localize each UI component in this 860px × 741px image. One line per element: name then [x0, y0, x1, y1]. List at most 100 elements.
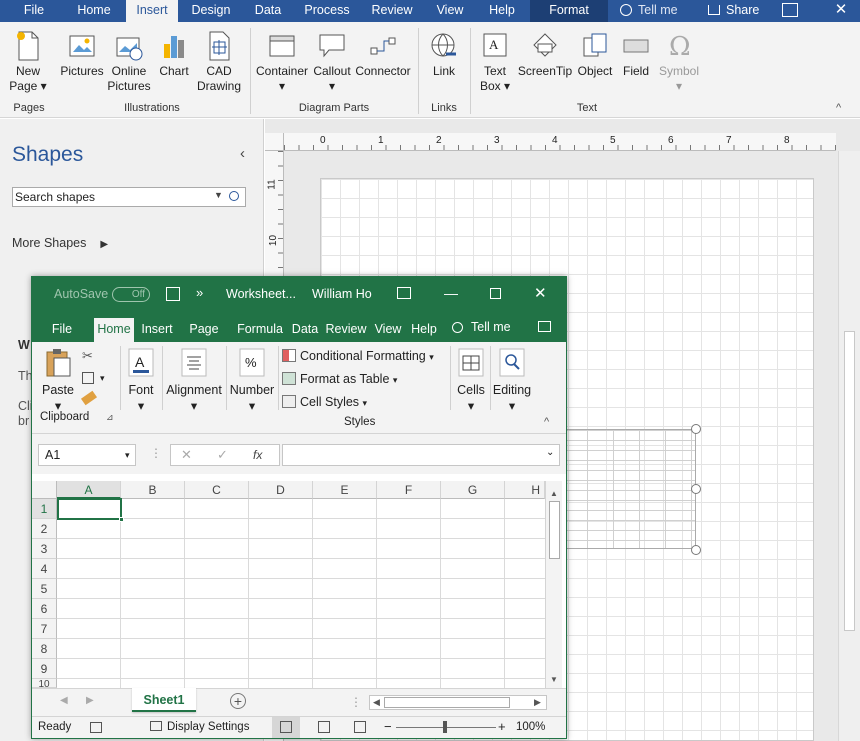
- scroll-up-icon[interactable]: ▲: [550, 489, 558, 498]
- selection-handle[interactable]: [691, 545, 701, 555]
- embedded-worksheet-shape[interactable]: [560, 429, 696, 549]
- ribbon-display-icon[interactable]: [397, 287, 411, 299]
- enter-icon[interactable]: ✓: [217, 447, 228, 463]
- tab-review[interactable]: Review: [364, 0, 420, 22]
- column-header[interactable]: B: [121, 481, 185, 499]
- scroll-right-icon[interactable]: ▶: [534, 697, 541, 708]
- new-page-button[interactable]: New Page ▾: [6, 30, 50, 94]
- tab-review[interactable]: Review: [324, 318, 368, 342]
- collapse-ribbon-icon[interactable]: ^: [836, 102, 841, 114]
- scroll-down-icon[interactable]: ▼: [550, 675, 558, 684]
- cells-button[interactable]: Cells ▾: [452, 348, 490, 414]
- tab-design[interactable]: Design: [184, 0, 238, 22]
- vertical-scrollbar[interactable]: ▲ ▼: [545, 481, 562, 688]
- column-header[interactable]: G: [441, 481, 505, 499]
- cell-styles-button[interactable]: Cell Styles ▾: [282, 392, 367, 412]
- row-header[interactable]: 3: [32, 539, 57, 559]
- format-painter-icon[interactable]: [80, 390, 98, 406]
- online-pictures-button[interactable]: Online Pictures: [106, 30, 152, 94]
- scrollbar-thumb[interactable]: [844, 331, 855, 631]
- number-button[interactable]: % Number ▾: [228, 348, 276, 414]
- tab-home[interactable]: Home: [94, 318, 134, 342]
- alignment-button[interactable]: Alignment ▾: [164, 348, 224, 414]
- paste-button[interactable]: Paste ▾: [38, 348, 78, 414]
- fill-handle[interactable]: [119, 517, 124, 522]
- active-cell[interactable]: [57, 498, 122, 520]
- chevron-down-icon[interactable]: ▾: [125, 445, 130, 465]
- scroll-left-icon[interactable]: ◀: [373, 697, 380, 708]
- search-icon[interactable]: [229, 191, 239, 201]
- expand-formula-icon[interactable]: ⌄: [546, 447, 554, 458]
- symbol-button[interactable]: Ω Symbol ▾: [656, 30, 702, 94]
- font-button[interactable]: A Font ▾: [124, 348, 158, 414]
- tab-help[interactable]: Help: [480, 0, 524, 22]
- callout-button[interactable]: Callout ▾: [310, 30, 354, 94]
- row-header[interactable]: 2: [32, 519, 57, 539]
- tab-insert[interactable]: Insert: [126, 0, 178, 22]
- column-header[interactable]: H: [505, 481, 545, 499]
- conditional-formatting-button[interactable]: Conditional Formatting ▾: [282, 346, 434, 366]
- zoom-level[interactable]: 100%: [516, 721, 545, 733]
- tab-help[interactable]: Help: [408, 318, 440, 342]
- cut-icon[interactable]: ✂: [82, 348, 93, 364]
- collapse-pane-icon[interactable]: ‹: [240, 145, 245, 162]
- name-box[interactable]: A1 ▾: [38, 444, 136, 466]
- minimize-icon[interactable]: —: [444, 285, 458, 301]
- text-box-button[interactable]: A Text Box ▾: [474, 30, 516, 94]
- scroll-sheets-right-icon[interactable]: ▶: [86, 695, 94, 706]
- screentip-button[interactable]: ScreenTip: [516, 30, 574, 79]
- autosave-toggle[interactable]: Off: [112, 287, 150, 302]
- object-button[interactable]: Object: [574, 30, 616, 79]
- link-button[interactable]: Link: [424, 30, 464, 79]
- selection-handle[interactable]: [691, 484, 701, 494]
- tab-file[interactable]: File: [44, 318, 80, 342]
- field-button[interactable]: Field: [618, 30, 654, 79]
- comments-icon[interactable]: [782, 3, 798, 17]
- user-name[interactable]: William Ho: [312, 287, 372, 301]
- maximize-icon[interactable]: [490, 288, 501, 299]
- cad-drawing-button[interactable]: CAD Drawing: [196, 30, 242, 94]
- page-layout-view-icon[interactable]: [318, 721, 330, 733]
- zoom-out-icon[interactable]: −: [384, 719, 392, 734]
- macro-recording-icon[interactable]: [90, 722, 102, 733]
- share-button[interactable]: Share: [708, 2, 772, 20]
- close-icon[interactable]: ✕: [826, 0, 856, 22]
- tab-data[interactable]: Data: [246, 0, 290, 22]
- format-as-table-button[interactable]: Format as Table ▾: [282, 369, 397, 389]
- collapse-ribbon-icon[interactable]: ^: [544, 416, 549, 428]
- row-header[interactable]: 4: [32, 559, 57, 579]
- row-header[interactable]: 6: [32, 599, 57, 619]
- zoom-in-icon[interactable]: +: [498, 719, 506, 734]
- scrollbar-thumb[interactable]: [384, 697, 510, 708]
- tell-me-box[interactable]: Tell me: [452, 320, 511, 334]
- container-button[interactable]: Container ▾: [254, 30, 310, 94]
- share-icon[interactable]: [538, 321, 551, 332]
- pictures-button[interactable]: Pictures: [58, 30, 106, 79]
- cell-grid[interactable]: [57, 499, 545, 688]
- dialog-launcher-icon[interactable]: ⊿: [106, 412, 114, 423]
- close-icon[interactable]: ✕: [534, 284, 547, 302]
- display-settings-button[interactable]: Display Settings: [150, 721, 249, 733]
- cancel-icon[interactable]: ✕: [181, 447, 192, 463]
- tab-page-layout[interactable]: Page Lay: [178, 318, 230, 342]
- customize-toolbar-icon[interactable]: »: [196, 285, 203, 300]
- excel-window[interactable]: AutoSave Off » Worksheet... William Ho —…: [31, 276, 567, 739]
- scroll-sheets-left-icon[interactable]: ◀: [60, 695, 68, 706]
- chevron-down-icon[interactable]: ▾: [100, 373, 105, 384]
- row-header[interactable]: 5: [32, 579, 57, 599]
- dropdown-icon[interactable]: ▼: [214, 190, 223, 200]
- tab-file[interactable]: File: [14, 0, 54, 22]
- tab-view[interactable]: View: [372, 318, 404, 342]
- row-header[interactable]: 9: [32, 659, 57, 679]
- row-header[interactable]: 7: [32, 619, 57, 639]
- tab-process[interactable]: Process: [298, 0, 356, 22]
- column-header[interactable]: E: [313, 481, 377, 499]
- formula-input[interactable]: ⌄: [282, 444, 560, 466]
- canvas-vertical-scrollbar[interactable]: [838, 151, 860, 741]
- column-header[interactable]: F: [377, 481, 441, 499]
- normal-view-button[interactable]: [272, 717, 300, 738]
- column-header[interactable]: A: [57, 481, 121, 499]
- copy-icon[interactable]: [82, 372, 94, 384]
- sheet-tab-sheet1[interactable]: Sheet1: [132, 688, 196, 712]
- worksheet-grid[interactable]: A B C D E F G H 1 2 3 4 5 6 7 8 9 10 ▲ ▼: [32, 474, 566, 688]
